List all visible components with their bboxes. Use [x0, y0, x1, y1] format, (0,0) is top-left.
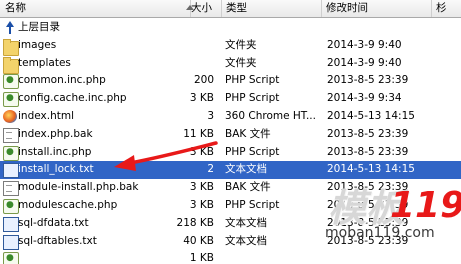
file-row[interactable]: templates 文件夹 2014-3-9 9:40: [0, 55, 461, 74]
column-header-bar: 名称 大小 类型 修改时间 杉: [0, 0, 461, 18]
file-name: images: [18, 38, 57, 51]
file-size: 3 KB: [189, 181, 214, 194]
parent-directory-label: 上层目录: [18, 21, 60, 33]
folder-icon: [3, 38, 19, 56]
file-size: 200: [193, 74, 214, 87]
php-file-icon: [3, 90, 19, 108]
column-header-modified-label: 修改时间: [326, 2, 368, 14]
bak-file-icon: [3, 127, 19, 143]
parent-directory-row[interactable]: 上层目录: [0, 19, 461, 37]
file-type: 文本文档: [225, 234, 267, 247]
file-type: 文本文档: [225, 216, 267, 229]
file-type: 文本文档: [225, 163, 267, 176]
file-modified: 2014-5-13 14:15: [327, 109, 415, 122]
file-row[interactable]: sql-dfdata.txt 218 KB 文本文档 2013-8-5 23:39: [0, 215, 461, 233]
file-type: PHP Script: [225, 198, 280, 211]
file-type: BAK 文件: [225, 127, 271, 140]
column-header-type-label: 类型: [226, 2, 247, 14]
file-row[interactable]: 1 KB: [0, 250, 461, 264]
file-size: 40 KB: [183, 234, 214, 247]
file-size: 3: [207, 109, 214, 122]
file-name: modulescache.php: [18, 198, 118, 211]
file-modified: 2014-5-13 14:15: [327, 163, 415, 176]
file-name: templates: [18, 56, 71, 69]
file-modified: 2013-8-5 23:39: [327, 74, 409, 87]
file-type: PHP Script: [225, 145, 280, 158]
file-name: sql-dfdata.txt: [18, 216, 89, 229]
file-modified: 2014-3-9 9:40: [327, 56, 402, 69]
column-header-extra-label: 杉: [436, 2, 447, 14]
column-header-modified[interactable]: 修改时间: [322, 0, 432, 17]
file-row[interactable]: images 文件夹 2014-3-9 9:40: [0, 37, 461, 56]
file-modified: 2013-8-5 23:39: [327, 127, 409, 140]
file-name: index.php.bak: [18, 127, 93, 140]
column-header-size[interactable]: 大小: [191, 0, 222, 17]
file-modified: 2014-3-9 9:40: [327, 38, 402, 51]
php-file-icon: [3, 72, 19, 90]
column-header-name[interactable]: 名称: [0, 0, 194, 17]
file-name: sql-dftables.txt: [18, 234, 97, 247]
file-row[interactable]: module-install.php.bak 3 KB BAK 文件 2013-8-5…: [0, 179, 461, 197]
file-type: 文件夹: [225, 38, 257, 51]
file-name: common.inc.php: [18, 74, 106, 87]
file-name: module-install.php.bak: [18, 181, 139, 194]
file-modified: 2013-8-5 23:39: [327, 145, 409, 158]
column-header-size-label: 大小: [191, 2, 212, 14]
column-header-name-label: 名称: [5, 2, 26, 14]
php-file-icon: [3, 197, 19, 215]
file-type: BAK 文件: [225, 181, 271, 194]
column-header-type[interactable]: 类型: [222, 0, 322, 17]
file-name: install.inc.php: [18, 145, 92, 158]
file-row[interactable]: common.inc.php 200 PHP Script 2013-8-5 23:3…: [0, 72, 461, 90]
file-size: 3 KB: [189, 92, 214, 105]
text-file-icon: [3, 163, 19, 179]
file-row[interactable]: index.html 3 360 Chrome HT... 2014-5-13 14:…: [0, 108, 461, 126]
file-modified: 2013-8-5 23:39: [327, 216, 409, 229]
file-type: 360 Chrome HT...: [225, 109, 316, 122]
file-row[interactable]: index.php.bak 11 KB BAK 文件 2013-8-5 23:39: [0, 126, 461, 144]
file-modified: 2013-8-5 23:39: [327, 181, 409, 194]
file-row[interactable]: install.inc.php3 KBPHP Script2013-8-5 23…: [0, 144, 461, 161]
file-size: 3 KB: [189, 198, 214, 211]
text-file-icon: [3, 216, 19, 232]
bak-file-icon: [3, 181, 19, 197]
file-type: PHP Script: [225, 74, 280, 87]
file-modified: 2013-8-5 23:39: [327, 198, 409, 211]
folder-icon: [3, 56, 19, 74]
php-file-icon: [3, 250, 19, 264]
file-name: config.cache.inc.php: [18, 92, 127, 105]
column-header-extra[interactable]: 杉: [432, 0, 461, 17]
up-arrow-icon: [3, 21, 17, 34]
file-row-selected[interactable]: install_lock.txt 2 文本文档 2014-5-13 14:15: [0, 161, 461, 180]
file-row[interactable]: sql-dftables.txt 40 KB 文本文档 2013-8-5 23:39: [0, 233, 461, 251]
file-type: 文件夹: [225, 56, 257, 69]
file-row[interactable]: modulescache.php 3 KB PHP Script 2013-8-5 2…: [0, 197, 461, 215]
file-type: PHP Script: [225, 92, 280, 105]
file-modified: 2013-8-5 23:39: [327, 234, 409, 247]
html-file-icon: [3, 109, 17, 123]
php-file-icon: [3, 144, 19, 161]
text-file-icon: [3, 234, 19, 250]
file-list: 上层目录 images 文件夹 2014-3-9 9:40 templates 文件夹 2…: [0, 19, 461, 264]
file-name: index.html: [18, 109, 74, 122]
file-modified: 2014-3-9 9:34: [327, 92, 402, 105]
red-arrow-annotation: [114, 141, 218, 171]
file-name: install_lock.txt: [18, 163, 94, 176]
file-size: 218 KB: [176, 216, 214, 229]
file-size: 1 KB: [189, 252, 214, 264]
file-row[interactable]: config.cache.inc.php 3 KB PHP Script 2014-3…: [0, 90, 461, 108]
